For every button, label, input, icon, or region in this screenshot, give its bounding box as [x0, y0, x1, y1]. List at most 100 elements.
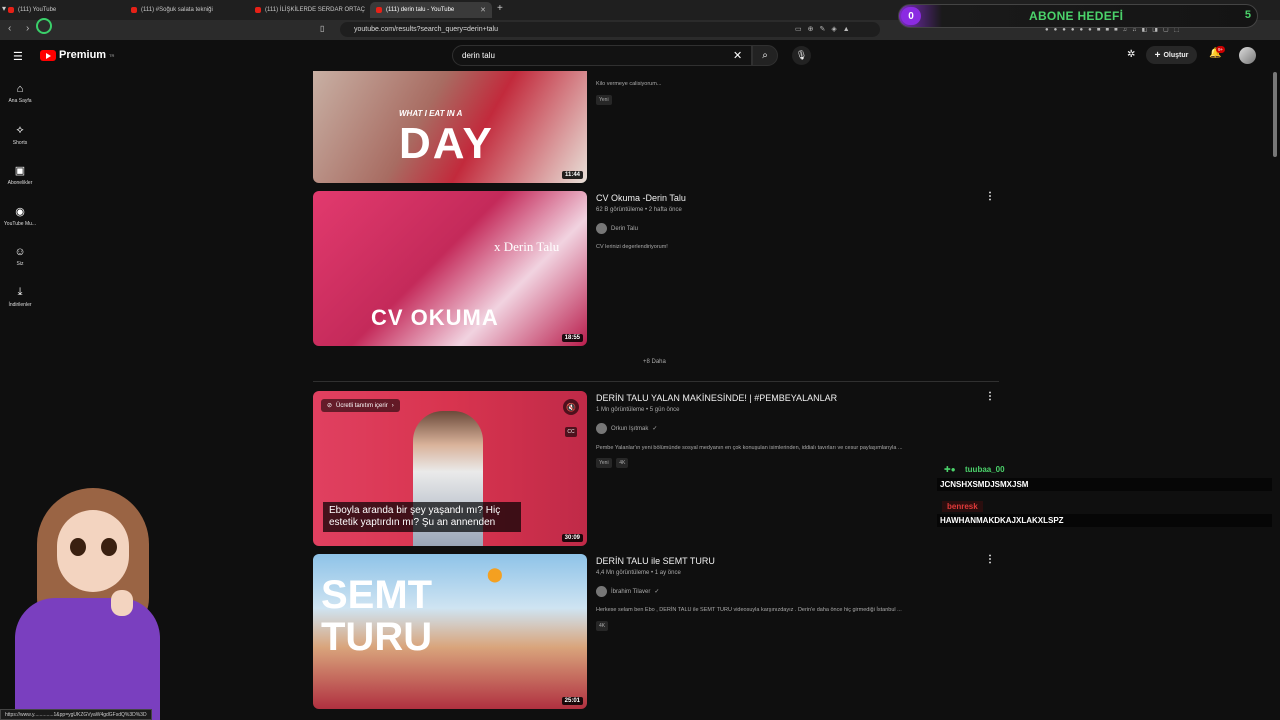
create-label: Oluştur [1163, 51, 1189, 59]
new-tab-button[interactable]: + [497, 3, 503, 14]
goal-current-count: 0 [901, 7, 921, 25]
video-thumbnail[interactable]: x Derin Talu CV OKUMA 18:55 [313, 191, 587, 346]
youtube-favicon-icon [8, 7, 14, 13]
channel-name: İbrahim Tilaver [611, 588, 651, 595]
search-input[interactable]: derin talu [452, 45, 752, 66]
chevron-right-icon: › [391, 402, 394, 409]
sidebar-item-label: YouTube Mu... [3, 221, 37, 227]
video-thumbnail[interactable]: WHAT I EAT IN A DAY 11:44 [313, 71, 587, 183]
sidebar-item-home[interactable]: ⌂ Ana Sayfa [2, 83, 38, 104]
verified-icon: ✓ [654, 589, 660, 595]
hand-shape [111, 590, 133, 616]
video-title[interactable]: DERİN TALU ile SEMT TURU [596, 556, 715, 566]
tab-label: (111) derin talu - YouTube [386, 7, 455, 13]
sidebar-item-you[interactable]: ☺ Siz [2, 246, 38, 267]
video-badges: 4K [596, 621, 611, 631]
video-meta: 4,4 Mn görüntüleme • 1 ay önce [596, 570, 681, 576]
video-thumbnail[interactable]: ⊘ Ücretli tanıtım içerir › 🔇 CC Eboyla a… [313, 391, 587, 546]
sidebar-item-music[interactable]: ◉ YouTube Mu... [2, 205, 38, 227]
more-options-icon[interactable]: ⋮ [985, 554, 995, 565]
thumbnail-text: CV OKUMA [371, 305, 499, 330]
download-icon: ⤓ [17, 286, 23, 298]
new-badge: Yeni [596, 95, 612, 105]
tab-label: (111) #Soğuk salata tekniği [141, 7, 213, 13]
cast-icon[interactable]: ✲ [1127, 49, 1135, 60]
channel-row[interactable]: Derin Talu [596, 223, 638, 234]
close-tab-icon[interactable]: ✕ [480, 6, 486, 14]
tab-label: (111) YouTube [18, 7, 57, 13]
search-button[interactable]: ⌕ [752, 45, 778, 66]
status-url: https://www.y..............1&pp=ygUKZGVy… [5, 711, 147, 718]
paid-promotion-chip[interactable]: ⊘ Ücretli tanıtım içerir › [321, 399, 400, 412]
youtube-play-icon [40, 49, 56, 61]
home-icon: ⌂ [16, 83, 24, 95]
eye-left-shape [70, 538, 86, 556]
sidebar-item-subscriptions[interactable]: ▣ Abonelikler [2, 164, 38, 186]
sidebar-item-label: Ana Sayfa [8, 98, 32, 104]
browser-tab[interactable]: (111) İLİŞKİLERDE SERDAR ORTAÇ [249, 2, 369, 18]
create-button[interactable]: + Oluştur [1146, 46, 1197, 64]
more-options-icon[interactable]: ⋮ [985, 391, 995, 402]
video-description: Herkese selam ben Ebo , DERİN TALU ile S… [596, 607, 902, 613]
microphone-icon: 🎙 [795, 50, 808, 60]
youtube-premium-logo[interactable]: Premium TR [40, 49, 114, 61]
music-icon: ◉ [15, 206, 25, 218]
more-options-icon[interactable]: ⋮ [985, 191, 995, 202]
channel-row[interactable]: Orkun Işıtmak ✓ [596, 423, 657, 434]
video-thumbnail[interactable]: SEMT TURU ⬤ 25:01 [313, 554, 587, 709]
video-badges: Yeni [596, 95, 615, 105]
show-more-link[interactable]: +8 Daha [643, 359, 666, 365]
stream-logo-icon [36, 18, 52, 34]
channel-row[interactable]: İbrahim Tilaver ✓ [596, 586, 659, 597]
voice-search-button[interactable]: 🎙 [792, 46, 811, 65]
new-badge: Yeni [596, 458, 612, 468]
promotion-label: Ücretli tanıtım içerir [336, 402, 388, 409]
menu-icon[interactable]: ☰ [13, 50, 23, 63]
youtube-favicon-icon [131, 7, 137, 13]
browser-tab[interactable]: (111) #Soğuk salata tekniği [125, 2, 249, 18]
logo-region: TR [109, 52, 115, 58]
forward-arrow-icon[interactable]: › [26, 23, 29, 34]
thumbnail-text: SEMT TURU [321, 573, 433, 659]
channel-name: Orkun Işıtmak [611, 425, 649, 432]
chat-message: HAWHANMAKDKAJXLAKXLSPZ [937, 514, 1272, 527]
channel-avatar [596, 423, 607, 434]
sidebar-item-shorts[interactable]: ⟡ Shorts [2, 124, 38, 146]
video-meta: 62 B görüntüleme • 2 hafta önce [596, 207, 682, 213]
sidebar-item-label: İndirilenler [8, 302, 32, 308]
channel-avatar [596, 586, 607, 597]
goal-target-count: 5 [1244, 9, 1251, 21]
avatar[interactable] [1239, 47, 1256, 64]
captions-icon[interactable]: CC [565, 427, 577, 437]
face-shape [57, 510, 129, 592]
section-divider [313, 381, 999, 382]
clear-search-icon[interactable]: ✕ [733, 49, 742, 62]
browser-tab-active[interactable]: (111) derin talu - YouTube ✕ [370, 2, 492, 18]
link-hover-status: https://www.y..............1&pp=ygUKZGVy… [0, 709, 152, 720]
bookmark-icon[interactable]: ▯ [320, 24, 324, 33]
browser-extension-icons[interactable]: ▭⊕✎◈▲ [795, 25, 856, 33]
location-pin-icon: ⬤ [487, 566, 503, 582]
body-shape [15, 598, 160, 720]
plus-icon: + [1154, 49, 1161, 61]
youtube-favicon-icon [376, 7, 382, 13]
video-description: CV lerinizi degerlendiriyorum! [596, 244, 668, 250]
chat-username: benresk [942, 501, 983, 512]
back-arrow-icon[interactable]: ‹ [8, 23, 11, 34]
thumbnail-text: x Derin Talu [494, 239, 560, 254]
page-scrollbar[interactable] [1273, 72, 1277, 157]
promotion-icon: ⊘ [327, 403, 333, 409]
video-caption: Eboyla aranda bir şey yaşandı mı? Hiç es… [323, 502, 521, 532]
search-query: derin talu [462, 51, 495, 60]
search-icon: ⌕ [762, 50, 768, 61]
thumbnail-text: DAY [399, 119, 494, 168]
mute-icon[interactable]: 🔇 [563, 399, 579, 415]
video-duration: 30:09 [561, 534, 583, 542]
channel-name: Derin Talu [611, 225, 638, 232]
sidebar-item-downloads[interactable]: ⤓ İndirilenler [2, 286, 38, 308]
video-title[interactable]: CV Okuma -Derin Talu [596, 193, 686, 203]
video-duration: 11:44 [561, 171, 583, 179]
video-title[interactable]: DERİN TALU YALAN MAKİNESİNDE! | #PEMBEYA… [596, 393, 837, 403]
browser-tab[interactable]: (111) YouTube [0, 2, 125, 18]
subscriptions-icon: ▣ [14, 165, 26, 177]
